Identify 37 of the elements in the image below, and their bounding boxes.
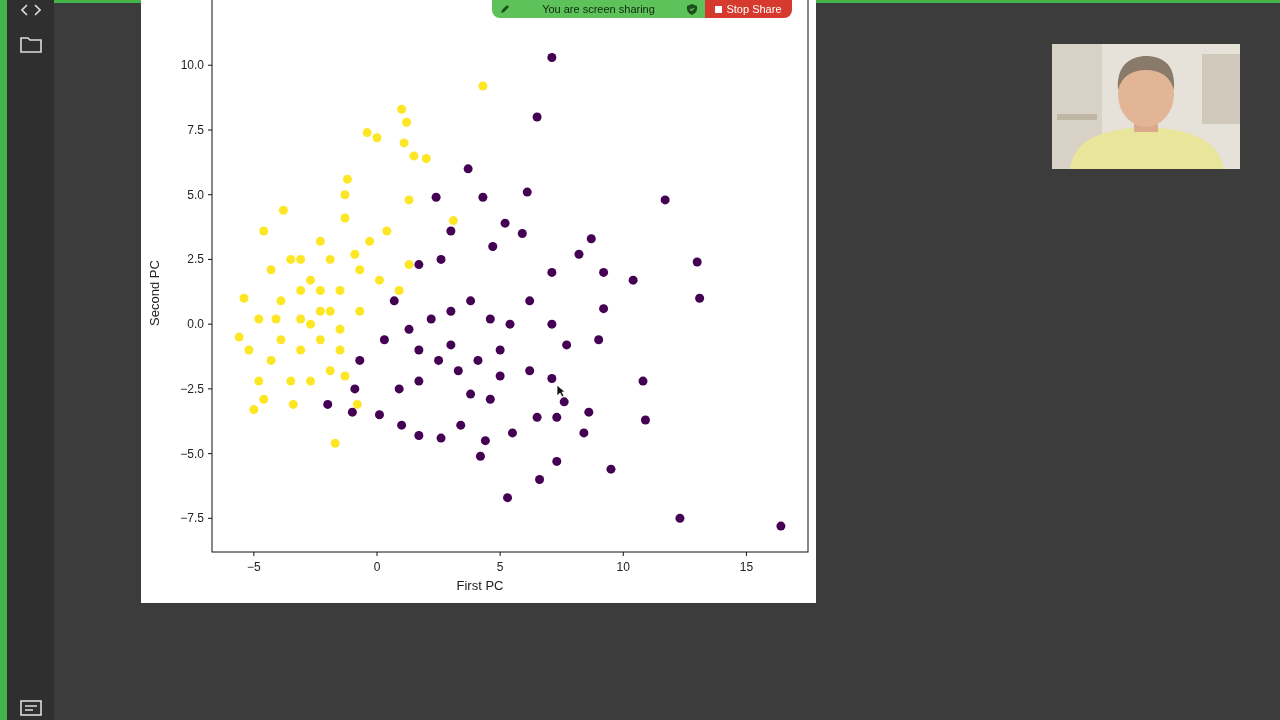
tick-label: 0.0 xyxy=(187,317,204,332)
tick-mark xyxy=(499,551,501,557)
tick-mark xyxy=(207,453,213,455)
code-icon[interactable] xyxy=(20,4,41,16)
tick-mark xyxy=(207,258,213,260)
tick-label: −5.0 xyxy=(180,446,204,461)
tick-label: 10 xyxy=(616,560,630,574)
tick-label: 2.5 xyxy=(187,252,204,267)
tick-label: 7.5 xyxy=(187,123,204,137)
tick-label: −2.5 xyxy=(180,381,204,396)
tick-mark xyxy=(745,551,747,557)
stop-icon xyxy=(715,5,723,13)
tick-label: −5 xyxy=(247,560,261,574)
tick-mark xyxy=(207,129,213,131)
tick-label: 0 xyxy=(373,560,381,574)
tick-mark xyxy=(376,551,378,557)
cursor-icon xyxy=(556,384,566,398)
pencil-icon xyxy=(500,4,510,14)
tick-mark xyxy=(207,64,213,66)
tick-mark xyxy=(207,517,213,519)
shield-icon xyxy=(687,3,697,15)
tick-label: 5 xyxy=(496,560,504,574)
tick-label: 5.0 xyxy=(187,187,204,202)
axis-title: Second PC xyxy=(147,260,162,326)
tick-label: 10.0 xyxy=(180,58,204,73)
tick-mark xyxy=(207,388,213,390)
terminal-icon[interactable] xyxy=(19,700,42,716)
tick-label: −7.5 xyxy=(180,511,204,526)
sharing-message: You are screen sharing xyxy=(542,1,655,17)
axis-title: First PC xyxy=(456,578,504,593)
tick-mark xyxy=(207,323,213,325)
tick-mark xyxy=(207,194,213,196)
folder-icon[interactable] xyxy=(19,36,42,53)
tick-mark xyxy=(622,551,624,557)
tick-mark xyxy=(253,551,255,557)
stop-share-button[interactable]: Stop Share xyxy=(705,0,792,18)
tick-label: 15 xyxy=(739,560,754,574)
